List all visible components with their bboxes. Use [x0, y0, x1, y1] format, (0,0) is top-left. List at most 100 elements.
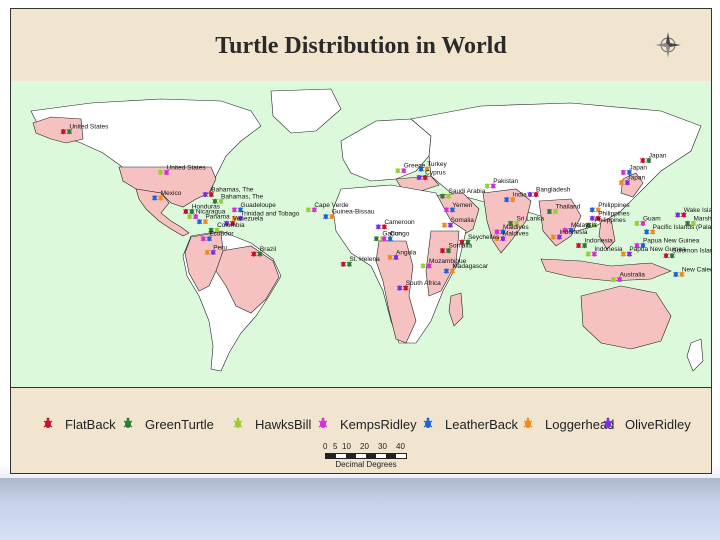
turtle-marker: [60, 129, 67, 135]
scale-tick-label: 40: [396, 442, 405, 451]
place-label: Ecuador: [209, 231, 234, 238]
place-label: Thailand: [555, 204, 580, 211]
turtle-marker: [589, 207, 596, 213]
scale-bar: 0 5 10 20 30 40 Decimal Degrees: [321, 442, 411, 472]
north-arrow-icon: [655, 32, 681, 58]
turtle-marker: [305, 207, 312, 213]
turtle-marker: [375, 224, 382, 230]
place-label: Marshall Islands: [694, 215, 712, 222]
turtle-icon: [233, 417, 243, 428]
turtle-marker: [620, 169, 627, 175]
place-label: Turkey: [427, 161, 447, 168]
place-label: Congo: [390, 231, 410, 238]
turtle-marker: [373, 236, 380, 242]
turtle-marker: [550, 234, 557, 240]
turtle-marker: [183, 208, 189, 215]
turtle-marker: [340, 261, 347, 267]
place-label: Bangladesh: [536, 187, 571, 194]
legend-item-leatherback: LeatherBack: [419, 414, 518, 434]
map-layout-frame: Turtle Distribution in World United Stat…: [10, 8, 720, 474]
turtle-marker: [396, 285, 403, 291]
scale-tick-label: 20: [360, 442, 369, 451]
place-label: Yemen: [452, 202, 472, 209]
turtle-marker: [251, 251, 257, 257]
turtle-icon: [123, 417, 133, 428]
legend-item-greenturtle: GreenTurtle: [119, 414, 214, 434]
legend-label: LeatherBack: [445, 416, 518, 432]
turtle-marker: [200, 236, 207, 242]
legend-label: KempsRidley: [340, 416, 417, 432]
place-label: Saudi Arabia: [449, 188, 486, 195]
legend-label: FlatBack: [65, 416, 116, 432]
scale-tick-label: 0: [323, 442, 328, 451]
place-label: Guinea-Bissau: [332, 209, 375, 216]
place-label: Colombia: [217, 222, 245, 229]
place-label: Pakistan: [493, 178, 518, 185]
turtle-icon: [318, 417, 328, 428]
place-label: South Africa: [406, 280, 441, 287]
turtle-marker: [546, 208, 553, 215]
turtle-marker: [634, 220, 640, 226]
turtle-icon: [43, 417, 53, 428]
place-label: Somalia: [449, 243, 473, 250]
place-label: New Caledonia: [682, 266, 711, 273]
place-label: Philippines: [598, 202, 630, 209]
turtle-marker: [484, 183, 491, 189]
turtle-marker: [575, 242, 582, 249]
turtle-marker: [503, 197, 510, 203]
place-label: Brazil: [260, 246, 277, 253]
place-label: Australia: [620, 272, 646, 279]
place-label: Cyprus: [425, 170, 446, 177]
turtle-marker: [618, 180, 625, 186]
turtle-marker: [527, 191, 533, 198]
place-label: Panama: [205, 214, 230, 221]
place-label: Maldives: [503, 231, 529, 238]
land-europe: [340, 118, 432, 182]
turtle-marker: [663, 253, 669, 259]
turtle-marker: [151, 195, 158, 201]
turtle-marker: [157, 169, 164, 175]
place-label: Guam: [643, 215, 661, 222]
turtle-icon: [423, 417, 433, 428]
turtle-marker: [585, 251, 592, 257]
scale-tick-label: 10: [342, 442, 351, 451]
place-label: Madagascar: [452, 263, 489, 270]
place-label: Solomon Islands: [672, 248, 711, 255]
land-madagascar: [448, 292, 464, 327]
land-layer: [30, 88, 704, 372]
turtle-marker: [673, 271, 679, 277]
place-label: Somalia: [450, 217, 474, 224]
land-indonesia: [540, 258, 672, 282]
place-label: Greece: [404, 163, 426, 170]
land-greenland: [270, 88, 342, 134]
turtle-marker: [394, 168, 401, 174]
place-label: India: [513, 192, 527, 199]
place-label: Wake Island: [684, 207, 711, 214]
turtle-marker: [196, 219, 203, 225]
turtle-marker: [639, 157, 646, 164]
place-label: Mexico: [161, 190, 182, 197]
legend-band: FlatBack GreenTurtle HawksBill KempsRidley L…: [11, 388, 711, 473]
turtle-marker: [643, 229, 650, 235]
place-label: Bahamas, The: [221, 193, 264, 200]
turtle-marker: [439, 193, 446, 199]
legend-label: GreenTurtle: [145, 416, 214, 432]
scale-tick-label: 5: [333, 442, 338, 451]
place-label: Seychelles: [468, 234, 500, 241]
legend-item-hawksbill: HawksBill: [229, 414, 311, 434]
place-label: Papua New Guinea: [643, 238, 700, 245]
turtle-marker: [323, 214, 329, 220]
map-canvas[interactable]: United States United States Mexico Bahamas,…: [11, 81, 720, 388]
place-label: Japan: [629, 164, 647, 171]
turtle-marker: [610, 276, 617, 283]
title-band: Turtle Distribution in World: [11, 9, 711, 82]
turtle-marker: [443, 268, 450, 274]
place-label: United States: [167, 164, 207, 171]
place-label: Indonesia: [594, 246, 623, 253]
place-label: Philippines: [594, 217, 626, 224]
turtle-icon: [523, 417, 533, 428]
turtle-marker: [420, 263, 426, 269]
place-label: Japan: [649, 153, 667, 160]
scale-tick-label: 30: [378, 442, 387, 451]
map-title: Turtle Distribution in World: [215, 33, 507, 59]
